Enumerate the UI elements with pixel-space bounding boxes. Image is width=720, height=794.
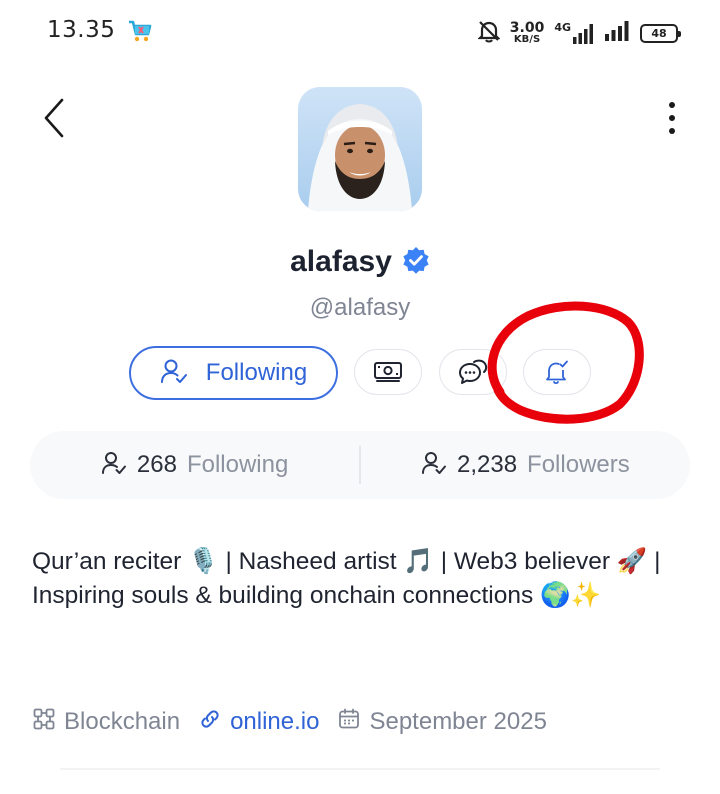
user-check-icon — [160, 358, 188, 388]
status-indicators: 3.00 KB/S 4G 48 — [477, 18, 681, 48]
network-speed-unit: KB/S — [513, 34, 541, 45]
money-icon — [374, 362, 402, 382]
name-row: alafasy — [0, 245, 720, 279]
category-item: Blockchain — [32, 707, 180, 738]
more-dot — [669, 115, 675, 121]
following-label: Following — [186, 451, 289, 478]
avatar — [298, 87, 422, 211]
joined-item: September 2025 — [337, 707, 547, 738]
chevron-left-icon — [44, 98, 64, 138]
display-name: alafasy — [290, 245, 392, 278]
followers-stat[interactable]: 2,238 Followers — [361, 451, 690, 479]
more-dot — [669, 102, 675, 108]
back-button[interactable] — [34, 96, 74, 140]
signal-4g-icon: 4G — [554, 21, 594, 45]
shopping-cart-app-icon — [127, 18, 153, 44]
notify-bell-button[interactable] — [523, 349, 591, 395]
network-speed: 3.00 KB/S — [510, 21, 545, 45]
user-check-icon — [421, 451, 447, 479]
network-type: 4G — [554, 21, 571, 34]
following-button[interactable]: Following — [129, 346, 338, 400]
message-button[interactable] — [439, 349, 507, 395]
category-text: Blockchain — [64, 708, 181, 735]
network-speed-value: 3.00 — [509, 20, 545, 36]
more-options-button[interactable] — [662, 98, 682, 138]
meta-row: Blockchain online.io September 2025 — [32, 703, 565, 741]
section-divider — [60, 768, 660, 770]
followers-label: Followers — [527, 451, 630, 478]
verified-badge-icon — [402, 246, 430, 278]
bell-check-icon — [546, 360, 568, 385]
bio-text: Qur’an reciter 🎙️ | Nasheed artist 🎵 | W… — [32, 548, 661, 609]
joined-date: September 2025 — [369, 708, 547, 735]
status-bar: 13.35 3.00 KB/S 4G 48 — [0, 0, 720, 62]
more-dot — [669, 128, 675, 134]
tip-button[interactable] — [354, 349, 422, 395]
bell-muted-icon — [477, 19, 501, 47]
handle: @alafasy — [309, 294, 411, 321]
website-item[interactable]: online.io — [198, 707, 319, 738]
battery-icon: 48 — [640, 23, 681, 43]
user-check-icon — [101, 451, 127, 479]
calendar-icon — [337, 707, 361, 738]
followers-count: 2,238 — [456, 451, 518, 478]
grid-icon — [32, 707, 56, 738]
following-button-label: Following — [205, 359, 308, 386]
status-time: 13.35 — [47, 17, 116, 43]
link-icon — [198, 707, 222, 738]
battery-level: 48 — [651, 26, 667, 40]
following-stat[interactable]: 268 Following — [30, 451, 359, 479]
signal-icon — [604, 20, 630, 46]
stats-card: 268 Following 2,238 Followers — [30, 431, 690, 499]
chat-bubbles-icon — [459, 359, 488, 384]
following-count: 268 — [136, 451, 177, 478]
website-link[interactable]: online.io — [230, 708, 319, 736]
